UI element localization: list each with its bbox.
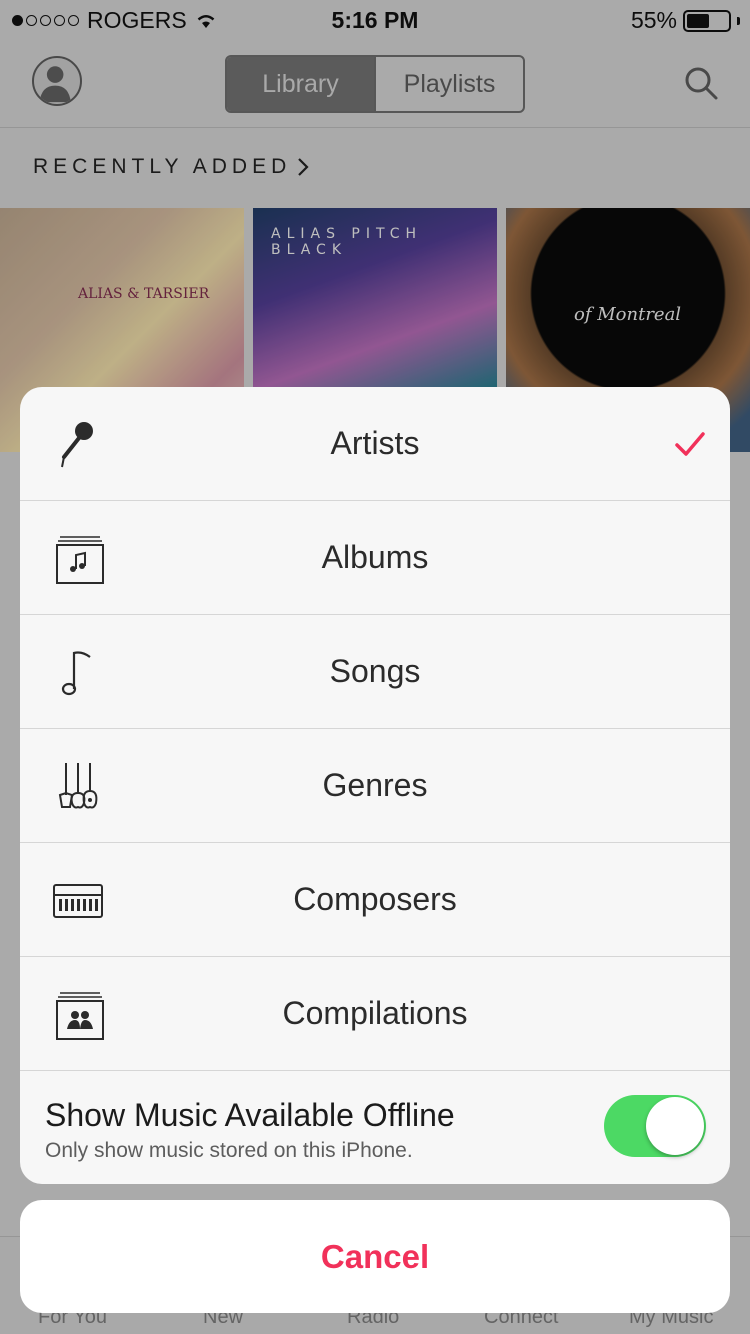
sheet-item-composers[interactable]: Composers <box>20 843 730 957</box>
sheet-item-label: Albums <box>321 539 429 575</box>
compilation-icon <box>56 992 104 1040</box>
sheet-item-label: Compilations <box>282 995 468 1031</box>
sheet-item-genres[interactable]: Genres <box>20 729 730 843</box>
microphone-icon <box>61 422 93 468</box>
piano-icon <box>53 884 103 918</box>
offline-toggle-switch[interactable] <box>604 1095 706 1157</box>
sheet-item-label: Songs <box>329 653 421 689</box>
sheet-item-label: Artists <box>330 425 420 461</box>
offline-music-toggle-row: Show Music Available Offline Only show m… <box>20 1071 730 1184</box>
guitars-icon <box>58 763 98 809</box>
sheet-item-albums[interactable]: Albums <box>20 501 730 615</box>
sheet-item-songs[interactable]: Songs <box>20 615 730 729</box>
library-category-action-sheet: Artists Albums Songs Genres Composers Co… <box>20 387 730 1184</box>
offline-toggle-subtitle: Only show music stored on this iPhone. <box>45 1139 413 1162</box>
offline-toggle-title: Show Music Available Offline <box>45 1097 455 1133</box>
music-note-icon <box>61 651 91 696</box>
cancel-button[interactable]: Cancel <box>20 1200 730 1313</box>
sheet-item-artists[interactable]: Artists <box>20 387 730 501</box>
cancel-label: Cancel <box>320 1237 430 1275</box>
album-icon <box>56 536 104 584</box>
sheet-item-label: Composers <box>293 881 457 917</box>
toggle-knob <box>646 1097 704 1155</box>
checkmark-icon <box>675 432 705 456</box>
sheet-item-label: Genres <box>322 767 428 803</box>
sheet-item-compilations[interactable]: Compilations <box>20 957 730 1071</box>
